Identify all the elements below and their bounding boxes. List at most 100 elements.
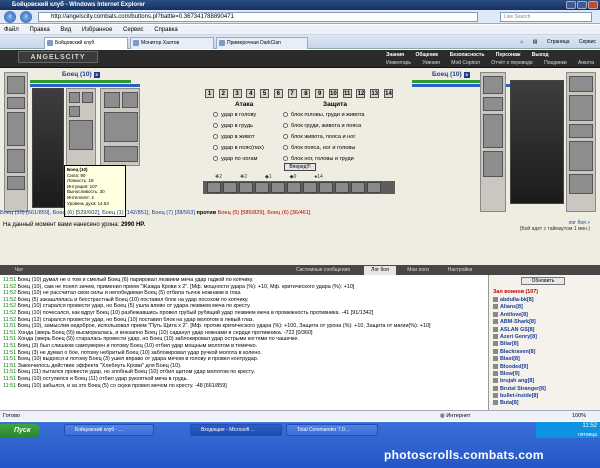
skill-slot-icon[interactable] — [271, 182, 285, 193]
target-cell[interactable]: 7 — [287, 89, 297, 98]
clock[interactable]: 11:52 — [536, 422, 597, 431]
tools-menu[interactable]: Сервис — [579, 39, 596, 45]
skill-slot-icon[interactable] — [319, 182, 333, 193]
armor-slot-icon[interactable] — [483, 151, 503, 177]
url-input[interactable]: http://angelscity.combats.com/buttons.pl… — [38, 12, 478, 22]
user-item[interactable]: Brutal Stranger[8] — [493, 385, 596, 393]
bracer-slot-icon[interactable] — [122, 92, 138, 108]
maximize-icon[interactable] — [577, 1, 587, 9]
target-cell[interactable]: 5 — [260, 89, 270, 98]
menu-chat[interactable]: Общение — [415, 52, 438, 58]
tab-darkclan[interactable]: Примерочная DarkClan — [216, 37, 308, 49]
weapon-slot-icon[interactable] — [483, 114, 503, 148]
shield-slot-icon[interactable] — [569, 95, 593, 121]
user-item[interactable]: Blow[9] — [493, 370, 596, 378]
bracer-slot-icon[interactable] — [569, 76, 593, 92]
target-cell[interactable]: 4 — [246, 89, 256, 98]
user-item[interactable]: bullet-inside[8] — [493, 393, 596, 400]
user-item[interactable]: abdulla-bk[8] — [493, 297, 596, 304]
shield-slot-icon[interactable] — [69, 120, 93, 150]
zoom-level[interactable]: 100% — [572, 411, 586, 422]
belt-slot-icon[interactable] — [7, 176, 25, 190]
ring-slot-icon[interactable] — [69, 92, 80, 103]
user-item[interactable]: ABM-Shark[8] — [493, 319, 596, 326]
close-icon[interactable] — [588, 1, 598, 9]
ally-4[interactable]: Боец (7) [38/563] — [152, 210, 195, 216]
menu-edit[interactable]: Правка — [29, 27, 49, 33]
task-total-commander[interactable]: Total Commander 7.0... — [286, 424, 378, 436]
right-character-portrait[interactable] — [510, 80, 564, 204]
search-input[interactable]: Live Search — [500, 12, 592, 22]
weapon-slot-icon[interactable] — [7, 112, 25, 146]
page-menu[interactable]: Страница — [547, 39, 570, 45]
skill-slot-icon[interactable] — [367, 182, 381, 193]
boots-slot-icon[interactable] — [569, 174, 593, 194]
submenu-sorpol[interactable]: Мой Сорпол — [451, 60, 480, 66]
back-icon[interactable]: ‹ — [4, 11, 16, 23]
task-fight-club[interactable]: Бойцовский клуб - ... — [64, 424, 154, 436]
menu-character[interactable]: Персонаж — [496, 52, 521, 58]
target-cell[interactable]: 8 — [301, 89, 311, 98]
attack-chest-radio[interactable]: удар в грудь — [213, 123, 253, 129]
tab-chaos-monitor[interactable]: Монитор Хаотов — [130, 37, 214, 49]
menu-exit[interactable]: Выход — [532, 52, 549, 58]
attack-groin-radio[interactable]: удар в пояс(пах) — [213, 145, 264, 151]
skill-slot-icon[interactable] — [303, 182, 317, 193]
submenu-battles[interactable]: Поединки — [544, 60, 567, 66]
left-player-name[interactable]: Боец (10) 8 — [62, 71, 100, 78]
necklace-slot-icon[interactable] — [483, 97, 503, 111]
defense-option-2-radio[interactable]: блок груди, живота и пояса — [283, 123, 361, 129]
print-icon[interactable]: ▤ — [533, 39, 538, 45]
attack-head-radio[interactable]: удар в голову — [213, 112, 256, 118]
forward-icon[interactable]: › — [20, 11, 32, 23]
submenu-inventory[interactable]: Инвентарь — [386, 60, 411, 66]
attack-legs-radio[interactable]: удар по ногам — [213, 156, 257, 162]
target-cell[interactable]: 2 — [218, 89, 228, 98]
enemy-2[interactable]: Боец (6) [36/461] — [267, 210, 310, 216]
menu-view[interactable]: Вид — [60, 27, 71, 33]
user-item[interactable]: Bilar[8] — [493, 341, 596, 348]
user-item[interactable]: Azeri Genry[8] — [493, 333, 596, 341]
target-cell[interactable]: 13 — [370, 89, 380, 98]
user-item[interactable]: Antilove[8] — [493, 311, 596, 319]
start-button[interactable]: Пуск — [0, 424, 40, 437]
attack-button[interactable]: Вперед!!! — [284, 163, 316, 171]
tab-my-logs[interactable]: Мои логи — [400, 266, 436, 275]
tab-battle-log[interactable]: Лог боя — [364, 266, 396, 275]
offhand-slot-icon[interactable] — [569, 141, 593, 171]
tab-chat[interactable]: Чат — [4, 266, 34, 275]
gloves-slot-icon[interactable] — [569, 124, 593, 138]
enemy-1[interactable]: Боец (5) [585/829], — [218, 210, 266, 216]
user-item[interactable]: Alians[8] — [493, 304, 596, 311]
left-character-portrait[interactable] — [32, 88, 64, 208]
tab-settings[interactable]: Настройки — [440, 266, 480, 275]
target-cell[interactable]: 10 — [328, 89, 338, 98]
target-cell[interactable]: 1 — [205, 89, 214, 98]
task-mail[interactable]: Входящие - Microsoft ... — [190, 424, 282, 436]
defense-option-5-radio[interactable]: блок ног, головы и груди — [283, 156, 354, 162]
menu-security[interactable]: Безопасность — [450, 52, 485, 58]
necklace-slot-icon[interactable] — [7, 97, 25, 109]
user-item[interactable]: Buta[8] — [493, 400, 596, 407]
defense-option-1-radio[interactable]: блок головы, груди и живота — [283, 112, 365, 118]
gloves-slot-icon[interactable] — [104, 92, 120, 108]
skill-slot-icon[interactable] — [335, 182, 349, 193]
skill-slot-icon[interactable] — [351, 182, 365, 193]
tab-system[interactable]: Системные сообщения — [284, 266, 362, 275]
skill-slot-icon[interactable] — [255, 182, 269, 193]
menu-file[interactable]: Файл — [4, 27, 19, 33]
defense-option-4-radio[interactable]: блок пояса, ног и головы — [283, 145, 355, 151]
helmet-slot-icon[interactable] — [483, 76, 503, 94]
target-cell[interactable]: 6 — [273, 89, 283, 98]
menu-knowledge[interactable]: Знания — [386, 52, 404, 58]
skill-slot-icon[interactable] — [239, 182, 253, 193]
target-cell[interactable]: 3 — [232, 89, 242, 98]
refresh-button[interactable]: Обновить — [521, 277, 565, 285]
attack-belly-radio[interactable]: удар в живот — [213, 134, 255, 140]
skill-slot-icon[interactable] — [287, 182, 301, 193]
skill-slot-icon[interactable] — [207, 182, 221, 193]
target-cell[interactable]: 9 — [315, 89, 325, 98]
submenu-profile[interactable]: Анкета — [578, 60, 594, 66]
armor-slot-icon[interactable] — [7, 149, 25, 173]
user-item[interactable]: brujah ang[8] — [493, 378, 596, 385]
